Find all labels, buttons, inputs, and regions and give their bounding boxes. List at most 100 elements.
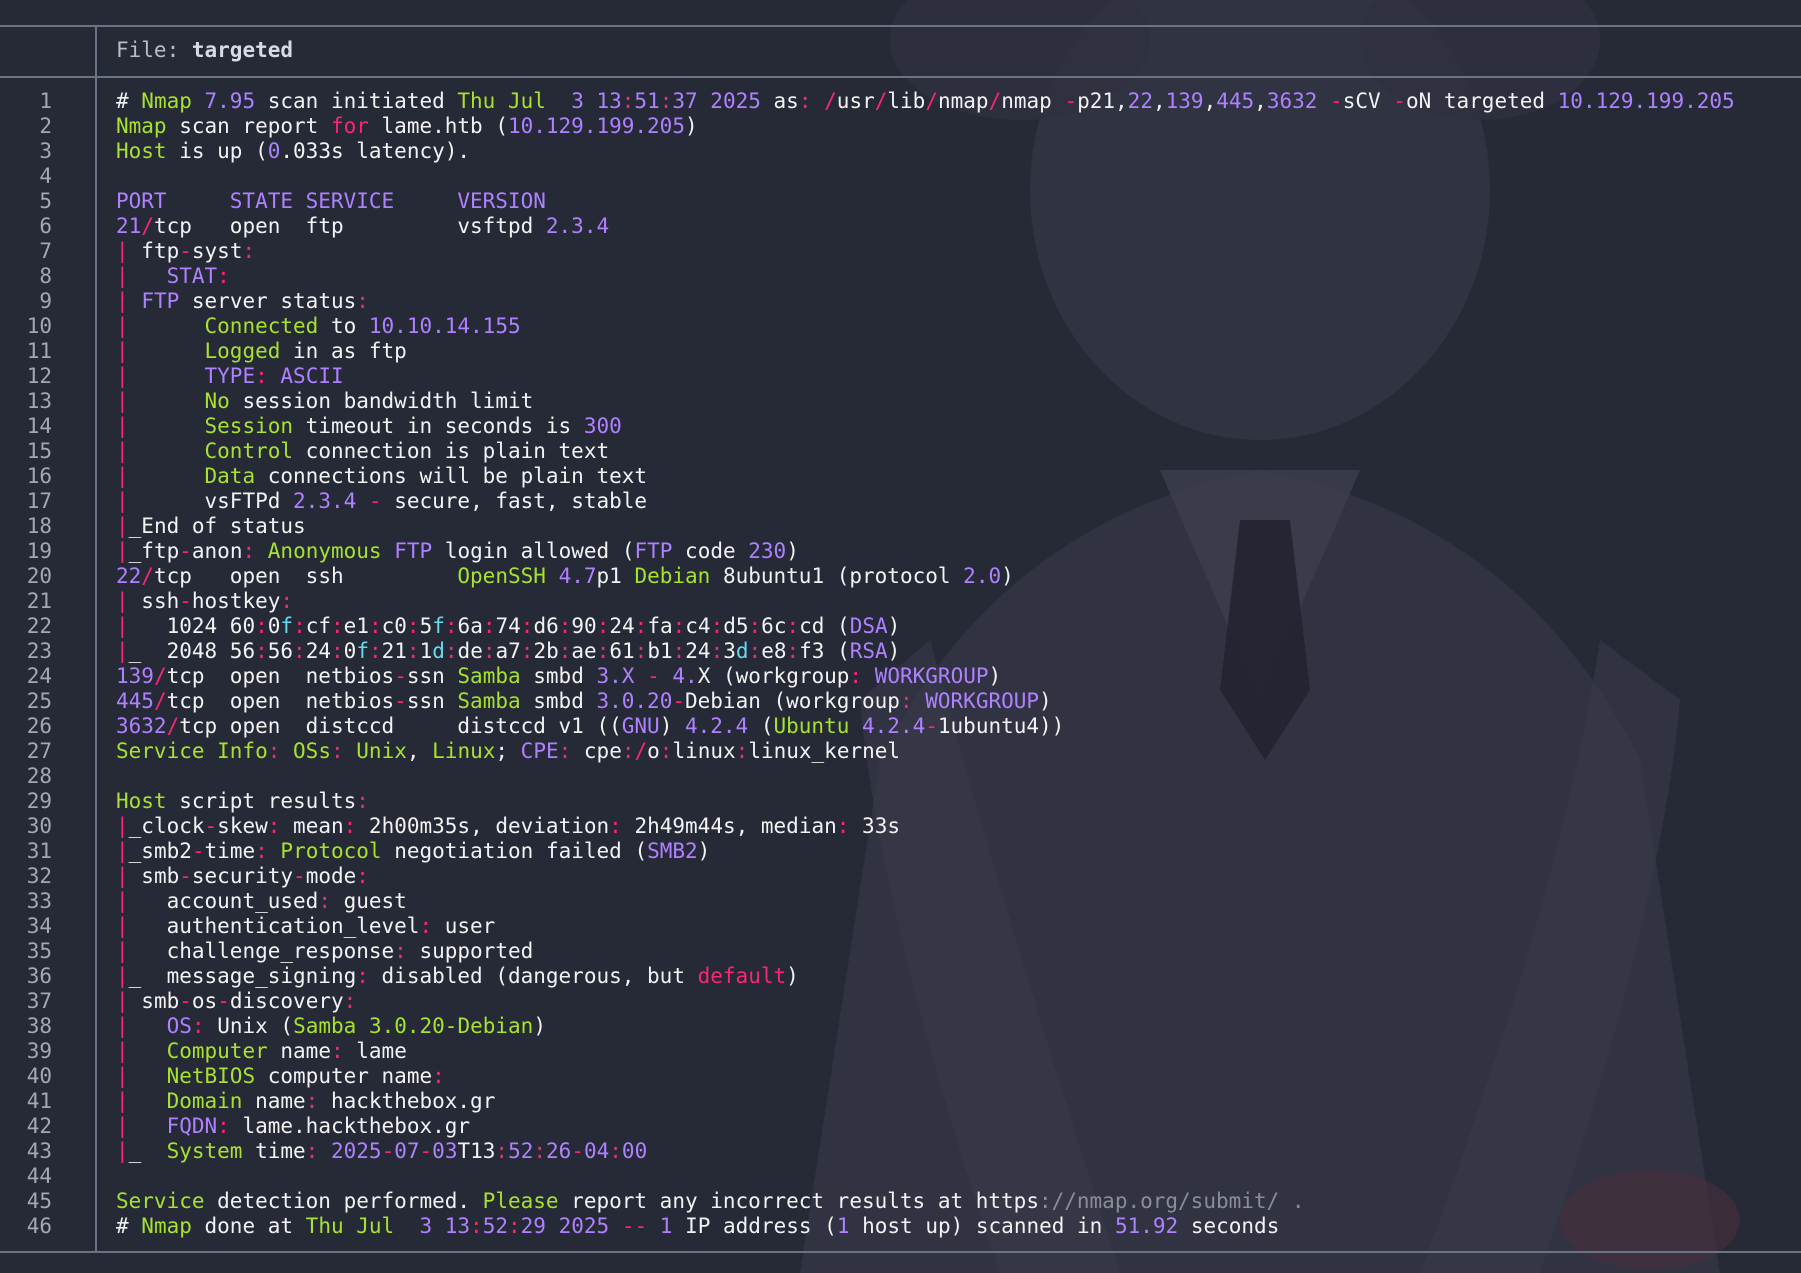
- code-token: user: [432, 914, 496, 938]
- line-number: 25: [26, 689, 52, 713]
- code-token: |: [116, 914, 129, 938]
- code-token: smbd: [520, 689, 597, 713]
- code-token: p21,: [1077, 89, 1128, 113]
- code-token: :: [735, 739, 749, 763]
- code-token: |: [116, 964, 129, 988]
- code-token: /: [153, 689, 167, 713]
- code-token: :: [710, 614, 724, 638]
- line-number: 43: [26, 1139, 52, 1163]
- code-token: ): [1001, 564, 1014, 588]
- code-token: |: [116, 514, 129, 538]
- code-token: :: [659, 89, 673, 113]
- code-line: | Session timeout in seconds is 300: [116, 414, 1735, 439]
- code-token: Unix (: [204, 1014, 294, 1038]
- code-token: b1: [647, 639, 673, 663]
- code-token: _ftp: [128, 539, 180, 563]
- code-token: Service: [116, 1189, 205, 1213]
- line-number: 13: [26, 389, 52, 413]
- code-token: Control: [204, 439, 294, 463]
- code-token: d: [432, 639, 445, 663]
- code-token: 2b: [533, 639, 559, 663]
- code-token: sCV: [1342, 89, 1394, 113]
- code-token: :: [470, 1214, 483, 1238]
- code-token: 445: [116, 689, 154, 713]
- code-token: :: [508, 1214, 521, 1238]
- code-token: :: [596, 639, 610, 663]
- code-token: :: [495, 1139, 509, 1163]
- code-token: d6: [533, 614, 559, 638]
- line-number: 34: [26, 914, 52, 938]
- code-token: ): [1039, 689, 1052, 713]
- code-token: 3.0.20-Debian: [368, 1014, 534, 1038]
- code-token: /: [988, 89, 1002, 113]
- code-line: 21/tcp open ftp vsftpd 2.3.4: [116, 214, 1735, 239]
- code-line: | smb-security-mode:: [116, 864, 1735, 889]
- code-line: | Data connections will be plain text: [116, 464, 1735, 489]
- code-token: #: [116, 1214, 142, 1238]
- code-token: -: [179, 539, 192, 563]
- code-token: :: [406, 614, 420, 638]
- code-token: -: [394, 664, 407, 688]
- code-token: server status: [179, 289, 357, 313]
- code-token: Linux: [432, 739, 496, 763]
- code-token: disabled (dangerous, but: [368, 964, 698, 988]
- code-token: 21: [381, 639, 407, 663]
- line-number: 9: [39, 289, 52, 313]
- line-number: 22: [26, 614, 52, 638]
- code-token: 3 13: [419, 1214, 471, 1238]
- code-line: | Computer name: lame: [116, 1039, 1735, 1064]
- code-line: |_ message_signing: disabled (dangerous,…: [116, 964, 1735, 989]
- code-token: 2h49m44s, median: [621, 814, 837, 838]
- code-token: challenge_response: [128, 939, 395, 963]
- code-line: | Control connection is plain text: [116, 439, 1735, 464]
- code-token: -: [394, 689, 407, 713]
- code-token: ;: [495, 739, 521, 763]
- code-token: |: [116, 364, 129, 388]
- code-token: security: [191, 864, 294, 888]
- code-token: -: [179, 864, 192, 888]
- line-number: 40: [26, 1064, 52, 1088]
- code-token: :: [419, 914, 433, 938]
- line-number: 16: [26, 464, 52, 488]
- code-token: Samba: [457, 664, 521, 688]
- code-token: .033s latency).: [280, 139, 471, 163]
- code-token: Nmap: [141, 1214, 192, 1238]
- code-token: Anonymous: [267, 539, 382, 563]
- code-token: :: [621, 89, 635, 113]
- code-token: 24: [609, 614, 635, 638]
- code-line: | STAT:: [116, 264, 1735, 289]
- code-token: connections will be plain text: [255, 464, 648, 488]
- code-token: f3 (: [799, 639, 850, 663]
- code-token: 51: [634, 89, 660, 113]
- code-line: | No session bandwidth limit: [116, 389, 1735, 414]
- code-token: 4.: [672, 664, 698, 688]
- code-token: -: [571, 1139, 584, 1163]
- code-token: lame.htb (: [368, 114, 508, 138]
- gutter-divider: [95, 26, 97, 1251]
- code-token: |: [116, 889, 129, 913]
- line-number: 33: [26, 889, 52, 913]
- code-token: 37 2025: [672, 89, 761, 113]
- line-number: 17: [26, 489, 52, 513]
- code-token: :: [343, 814, 357, 838]
- code-viewer[interactable]: # Nmap 7.95 scan initiated Thu Jul 3 13:…: [116, 89, 1735, 1239]
- code-token: #: [116, 89, 142, 113]
- code-token: X (workgroup: [697, 664, 850, 688]
- code-token: de: [457, 639, 483, 663]
- code-token: T13: [457, 1139, 496, 1163]
- code-token: Debian (workgroup: [685, 689, 900, 713]
- code-token: /: [874, 89, 888, 113]
- code-token: :: [368, 639, 382, 663]
- code-token: OpenSSH: [457, 564, 546, 588]
- code-token: negotiation failed (: [381, 839, 648, 863]
- code-token: skew: [217, 814, 268, 838]
- code-token: 04: [583, 1139, 610, 1163]
